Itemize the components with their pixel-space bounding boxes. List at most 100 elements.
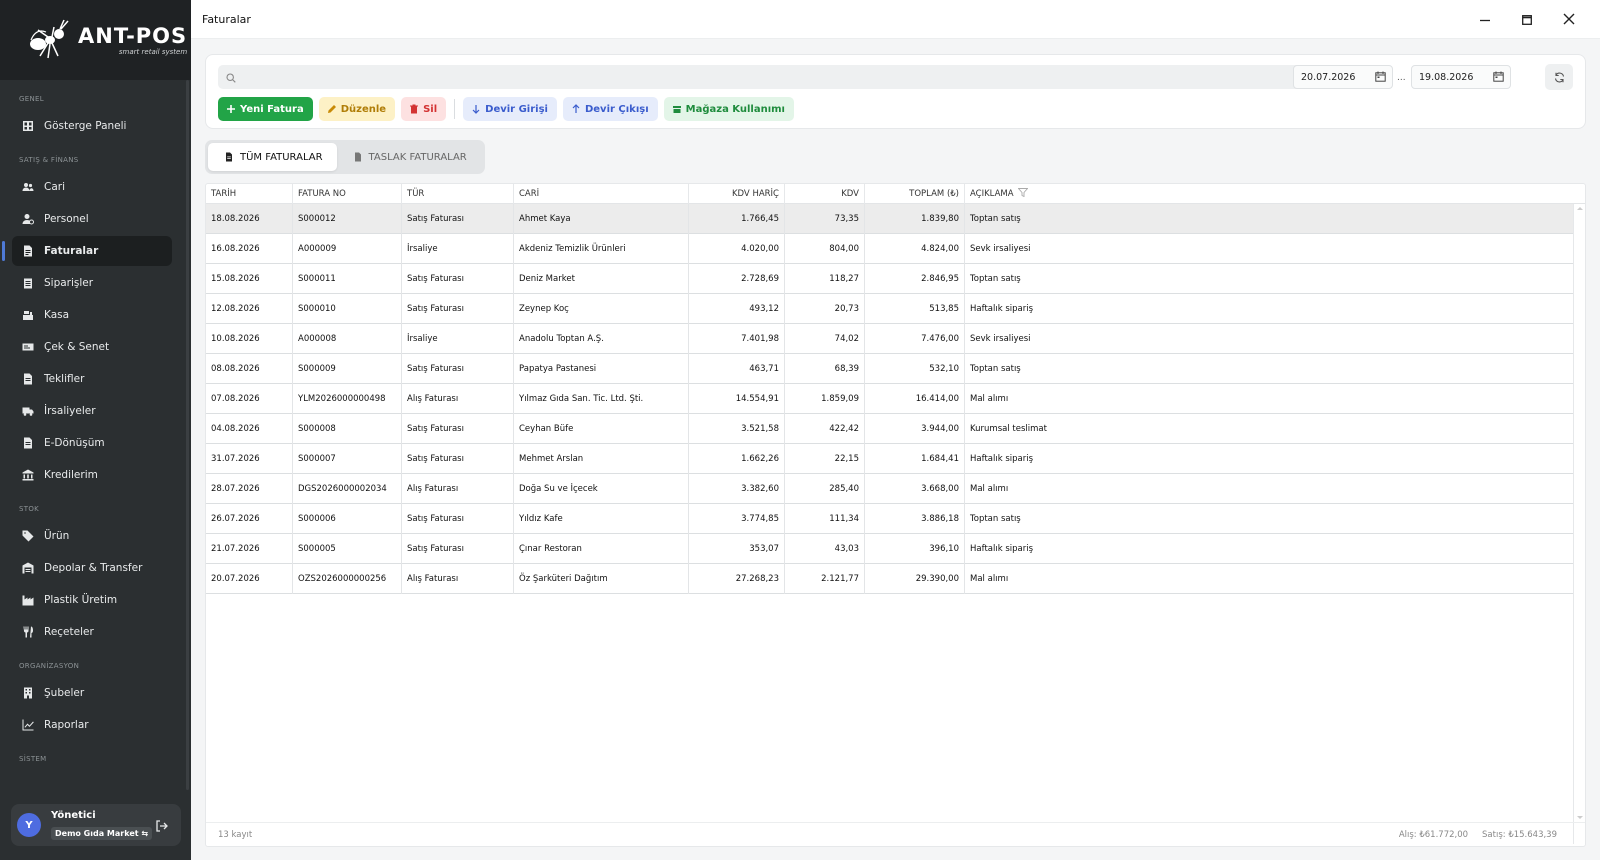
sidebar-item-irsaliyeler[interactable]: İrsaliyeler xyxy=(12,396,172,426)
arrow-down-icon xyxy=(472,105,480,114)
invoice-table: TARİH FATURA NO TÜR CARİ KDV HARİÇ KDV T… xyxy=(205,183,1586,847)
sidebar-item-plastik-uretim[interactable]: Plastik Üretim xyxy=(12,585,172,615)
table-row[interactable]: 08.08.2026 S000009 Satış Faturası Papatya P… xyxy=(206,354,1585,384)
table-row[interactable]: 07.08.2026 YLM2026000000498 Alış Faturası Y… xyxy=(206,384,1585,414)
cell-kdv-haric: 463,71 xyxy=(689,354,785,384)
sidebar-item-faturalar[interactable]: Faturalar xyxy=(2,236,172,266)
refresh-button[interactable] xyxy=(1545,64,1573,90)
close-button[interactable] xyxy=(1548,0,1590,39)
cell-cari: Papatya Pastanesi xyxy=(514,354,689,384)
devir-cikisi-button[interactable]: Devir Çıkışı xyxy=(562,97,658,121)
column-header-tarih[interactable]: TARİH xyxy=(206,184,293,204)
cell-fatura-no: S000010 xyxy=(293,294,402,324)
column-header-kdv-haric[interactable]: KDV HARİÇ xyxy=(689,184,785,204)
logout-icon[interactable] xyxy=(155,818,169,832)
sidebar-item-receteler[interactable]: Reçeteler xyxy=(12,617,172,647)
sidebar-item-subeler[interactable]: Şubeler xyxy=(12,678,172,708)
cell-tarih: 10.08.2026 xyxy=(206,324,293,354)
devir-girisi-button[interactable]: Devir Girişi xyxy=(463,97,557,121)
user-card[interactable]: Y Yönetici Demo Gıda Market ⇆ xyxy=(11,804,181,846)
table-row[interactable]: 12.08.2026 S000010 Satış Faturası Zeynep Ko… xyxy=(206,294,1585,324)
date-to-input[interactable]: 19.08.2026 xyxy=(1411,65,1511,89)
table-row[interactable]: 21.07.2026 S000005 Satış Faturası Çınar Res… xyxy=(206,534,1585,564)
cell-cari: Öz Şarküteri Dağıtım xyxy=(514,564,689,594)
sidebar-item-label: Şubeler xyxy=(44,687,85,699)
cell-fatura-no: A000009 xyxy=(293,234,402,264)
cell-kdv: 68,39 xyxy=(785,354,865,384)
cell-kdv-haric: 14.554,91 xyxy=(689,384,785,414)
sidebar-item-teklifler[interactable]: Teklifler xyxy=(12,364,172,394)
table-row[interactable]: 20.07.2026 OZS2026000000256 Alış Faturası Ö… xyxy=(206,564,1585,594)
cell-fatura-no: S000008 xyxy=(293,414,402,444)
table-row[interactable]: 15.08.2026 S000011 Satış Faturası Deniz Mar… xyxy=(206,264,1585,294)
column-header-cari[interactable]: CARİ xyxy=(514,184,689,204)
magaza-kullanimi-button[interactable]: Mağaza Kullanımı xyxy=(663,97,794,121)
column-header-kdv[interactable]: KDV xyxy=(785,184,865,204)
cell-toplam: 532,10 xyxy=(865,354,965,384)
cell-toplam: 1.839,80 xyxy=(865,204,965,234)
cell-fatura-no: YLM2026000000498 xyxy=(293,384,402,414)
trash-icon xyxy=(410,104,419,114)
sidebar-item-label: Siparişler xyxy=(44,277,94,289)
sidebar-item-personel[interactable]: Personel xyxy=(12,204,172,234)
cell-kdv-haric: 493,12 xyxy=(689,294,785,324)
sidebar-item-kredilerim[interactable]: Kredilerim xyxy=(12,460,172,490)
maximize-button[interactable] xyxy=(1506,0,1548,39)
sidebar-item-label: Ürün xyxy=(44,530,70,542)
column-header-toplam[interactable]: TOPLAM (₺) xyxy=(865,184,965,204)
new-invoice-button[interactable]: Yeni Fatura xyxy=(218,97,313,121)
table-row[interactable]: 04.08.2026 S000008 Satış Faturası Ceyhan Bü… xyxy=(206,414,1585,444)
cell-kdv: 285,40 xyxy=(785,474,865,504)
cell-tarih: 26.07.2026 xyxy=(206,504,293,534)
edit-button[interactable]: Düzenle xyxy=(318,97,396,121)
calendar-icon[interactable] xyxy=(1375,71,1386,85)
sidebar-item-cek-senet[interactable]: Çek & Senet xyxy=(12,332,172,362)
window-controls xyxy=(1464,0,1590,39)
cell-cari: Ahmet Kaya xyxy=(514,204,689,234)
store-switch-badge[interactable]: Demo Gıda Market ⇆ xyxy=(51,827,153,840)
tab-all-invoices[interactable]: TÜM FATURALAR xyxy=(208,143,337,171)
date-from-input[interactable]: 20.07.2026 xyxy=(1293,65,1393,89)
table-row[interactable]: 10.08.2026 A000008 İrsaliye Anadolu Toptan … xyxy=(206,324,1585,354)
sidebar-item-label: Faturalar xyxy=(44,245,99,257)
cell-kdv: 43,03 xyxy=(785,534,865,564)
window-title: Faturalar xyxy=(202,12,251,26)
table-row[interactable]: 18.08.2026 S000012 Satış Faturası Ahmet Kay… xyxy=(206,204,1585,234)
search-box[interactable] xyxy=(218,65,1307,89)
cell-kdv-haric: 4.020,00 xyxy=(689,234,785,264)
sidebar-item-raporlar[interactable]: Raporlar xyxy=(12,710,172,740)
search-input[interactable] xyxy=(242,71,1292,83)
table-row[interactable]: 31.07.2026 S000007 Satış Faturası Mehmet Ar… xyxy=(206,444,1585,474)
cell-aciklama: Toptan satış xyxy=(970,514,1021,524)
table-row[interactable]: 26.07.2026 S000006 Satış Faturası Yıldız Ka… xyxy=(206,504,1585,534)
calendar-icon[interactable] xyxy=(1493,71,1504,85)
cell-tur: Satış Faturası xyxy=(402,264,514,294)
sidebar-item-e-donusum[interactable]: E-Dönüşüm xyxy=(12,428,172,458)
cell-kdv: 73,35 xyxy=(785,204,865,234)
delete-button[interactable]: Sil xyxy=(401,97,447,121)
minimize-button[interactable] xyxy=(1464,0,1506,39)
column-header-aciklama-label: AÇIKLAMA xyxy=(970,189,1014,199)
table-scrollbar[interactable] xyxy=(1573,204,1585,844)
cell-tur: İrsaliye xyxy=(402,234,514,264)
warehouse-icon xyxy=(22,562,34,574)
store-icon xyxy=(672,106,681,113)
table-row[interactable]: 16.08.2026 A000009 İrsaliye Akdeniz Temizli… xyxy=(206,234,1585,264)
sidebar-item-depolar-transfer[interactable]: Depolar & Transfer xyxy=(12,553,172,583)
sidebar-item-kasa[interactable]: Kasa xyxy=(12,300,172,330)
cell-tur: Satış Faturası xyxy=(402,414,514,444)
sidebar-item-gosterge-paneli[interactable]: Gösterge Paneli xyxy=(12,111,172,141)
filter-icon[interactable] xyxy=(1016,188,1029,199)
sidebar-item-label: Depolar & Transfer xyxy=(44,562,143,574)
sidebar-item-urun[interactable]: Ürün xyxy=(12,521,172,551)
tab-draft-invoices[interactable]: TASLAK FATURALAR xyxy=(337,143,481,171)
column-header-aciklama[interactable]: AÇIKLAMA xyxy=(965,184,1575,204)
logo-title: ANT-POS xyxy=(78,23,188,48)
sidebar-item-label: İrsaliyeler xyxy=(44,405,96,417)
sidebar-item-cari[interactable]: Cari xyxy=(12,172,172,202)
sidebar-item-siparisler[interactable]: Siparişler xyxy=(12,268,172,298)
table-row[interactable]: 28.07.2026 DGS2026000002034 Alış Faturası D… xyxy=(206,474,1585,504)
cash-register-icon xyxy=(22,309,34,321)
column-header-fatura-no[interactable]: FATURA NO xyxy=(293,184,402,204)
column-header-tur[interactable]: TÜR xyxy=(402,184,514,204)
